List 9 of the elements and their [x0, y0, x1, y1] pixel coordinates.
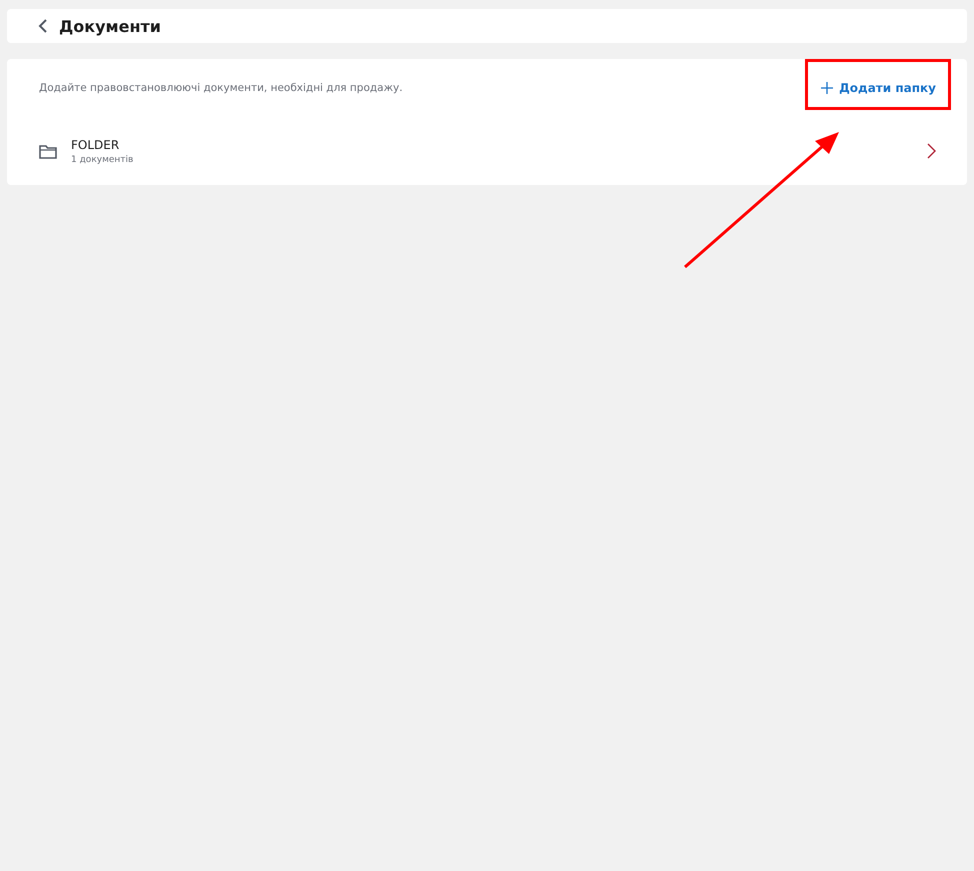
description-text: Додайте правовстановлюючі документи, необхідні для продажу.: [39, 82, 403, 94]
folder-name[interactable]: FOLDER: [71, 138, 913, 152]
plus-icon: [821, 82, 834, 94]
chevron-right-icon[interactable]: [927, 143, 936, 159]
document-count: 1 документів: [71, 154, 134, 164]
page-title: Документи: [59, 16, 161, 36]
back-button[interactable]: [37, 18, 49, 34]
add-folder-button[interactable]: Додати папку: [821, 77, 936, 99]
folder-icon: [39, 144, 57, 158]
